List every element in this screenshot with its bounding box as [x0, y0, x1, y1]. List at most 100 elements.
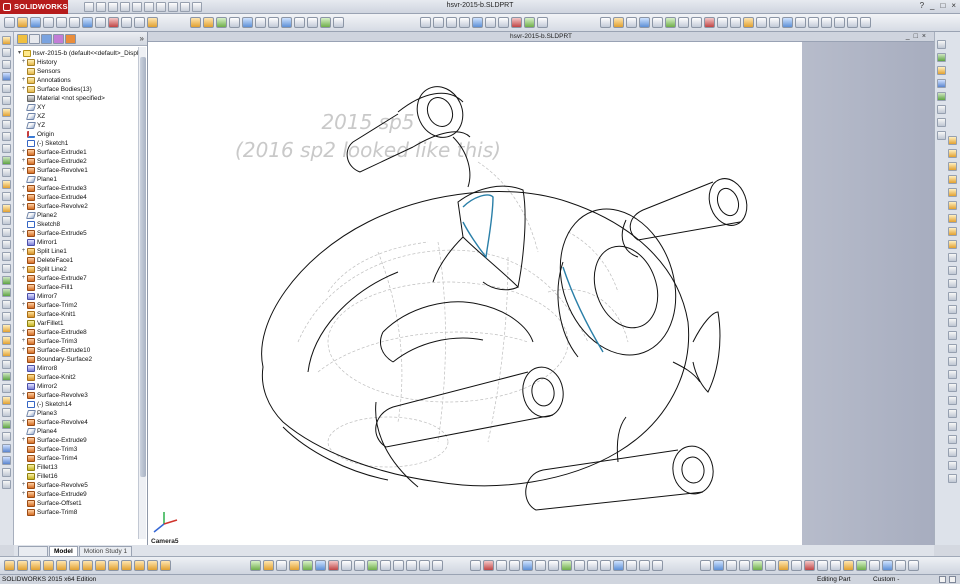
print-icon[interactable] [120, 2, 130, 12]
left-tool-13-icon[interactable] [2, 180, 11, 189]
bottom-tool-6-icon[interactable] [69, 560, 80, 571]
previous-view-icon[interactable] [446, 17, 457, 28]
section-view-icon[interactable] [459, 17, 470, 28]
bottom-tool-22-icon[interactable] [354, 560, 365, 571]
bottom-tool-7-icon[interactable] [82, 560, 93, 571]
feature-tree-item[interactable]: + Surface-Extrude9 [16, 490, 136, 499]
task-pane-5-icon[interactable] [937, 92, 946, 101]
feature-tree-item[interactable]: + Split Line1 [16, 247, 136, 256]
bottom-tool-23-icon[interactable] [367, 560, 378, 571]
bottom-tool-57-icon[interactable] [869, 560, 880, 571]
bottom-tool-29-icon[interactable] [470, 560, 481, 571]
feature-tree-item[interactable]: (-) Sketch14 [16, 400, 136, 409]
print-icon[interactable] [43, 17, 54, 28]
left-tool-36-icon[interactable] [2, 456, 11, 465]
left-tool-9-icon[interactable] [2, 132, 11, 141]
bottom-tool-1-icon[interactable] [4, 560, 15, 571]
expand-toggle-icon[interactable]: + [20, 266, 27, 273]
bottom-tool-15-icon[interactable] [263, 560, 274, 571]
bottom-tool-34-icon[interactable] [535, 560, 546, 571]
feature-tree-item[interactable]: Material <not specified> [16, 94, 136, 103]
expand-toggle-icon[interactable] [20, 284, 27, 291]
sketch-pattern-icon[interactable] [948, 292, 957, 301]
bottom-tool-4-icon[interactable] [43, 560, 54, 571]
close-button[interactable]: × [951, 1, 956, 10]
minimize-button[interactable]: _ [930, 1, 934, 10]
maximize-button[interactable]: □ [940, 1, 945, 10]
tool-17-icon[interactable] [808, 17, 819, 28]
status-rebuild-icon[interactable] [949, 576, 956, 583]
bottom-tool-43-icon[interactable] [652, 560, 663, 571]
feature-tree-item[interactable]: + Surface-Revolve1 [16, 166, 136, 175]
bottom-tool-49-icon[interactable] [765, 560, 776, 571]
feature-tree-item[interactable]: Surface-Offset1 [16, 499, 136, 508]
feature-tree-item[interactable]: Mirror8 [16, 364, 136, 373]
select-icon[interactable] [156, 2, 166, 12]
new-document-icon[interactable] [84, 2, 94, 12]
feature-tree-item[interactable]: Boundary-Surface2 [16, 355, 136, 364]
tool-2-icon[interactable] [613, 17, 624, 28]
sketch-tool-22-icon[interactable] [948, 409, 957, 418]
expand-toggle-icon[interactable]: + [20, 158, 27, 165]
bottom-tool-5-icon[interactable] [56, 560, 67, 571]
left-tool-28-icon[interactable] [2, 360, 11, 369]
tool-9-icon[interactable] [704, 17, 715, 28]
help-button[interactable]: ? [920, 1, 924, 10]
feature-tree-item[interactable]: + Surface-Extrude5 [16, 229, 136, 238]
tool-16-icon[interactable] [795, 17, 806, 28]
undo-icon[interactable] [56, 17, 67, 28]
sketch-point-icon[interactable] [948, 227, 957, 236]
expand-toggle-icon[interactable] [20, 464, 27, 471]
feature-tree-item[interactable]: + Surface-Extrude10 [16, 346, 136, 355]
left-tool-5-icon[interactable] [2, 84, 11, 93]
zoom-to-fit-icon[interactable] [420, 17, 431, 28]
status-units[interactable]: Custom - [873, 575, 899, 584]
select-icon[interactable] [95, 17, 106, 28]
feature-tree-root[interactable]: ▾ hsvr-2015-b (default<<default>_Displa [16, 49, 138, 58]
left-tool-23-icon[interactable] [2, 300, 11, 309]
options-icon[interactable] [147, 17, 158, 28]
tool-6-icon[interactable] [665, 17, 676, 28]
bottom-tool-53-icon[interactable] [817, 560, 828, 571]
expand-toggle-icon[interactable] [20, 293, 27, 300]
feature-tree-item[interactable]: + History [16, 58, 136, 67]
bottom-tool-55-icon[interactable] [843, 560, 854, 571]
sketch-tool-24-icon[interactable] [948, 435, 957, 444]
bottom-tool-2-icon[interactable] [17, 560, 28, 571]
left-tool-7-icon[interactable] [2, 108, 11, 117]
tool-11-icon[interactable] [730, 17, 741, 28]
sketch-offset-icon[interactable] [948, 266, 957, 275]
new-icon[interactable] [4, 17, 15, 28]
sketch-move-icon[interactable] [948, 305, 957, 314]
feature-tree-item[interactable]: + Surface-Trim3 [16, 337, 136, 346]
bottom-tool-46-icon[interactable] [726, 560, 737, 571]
open-document-icon[interactable] [96, 2, 106, 12]
tool-7-icon[interactable] [678, 17, 689, 28]
expand-toggle-icon[interactable]: + [20, 59, 27, 66]
panel-expand-chevron-icon[interactable]: » [140, 34, 144, 43]
feature-tree-item[interactable]: Plane4 [16, 427, 136, 436]
bottom-tool-48-icon[interactable] [752, 560, 763, 571]
mirror-icon[interactable] [294, 17, 305, 28]
bottom-tool-10-icon[interactable] [121, 560, 132, 571]
left-tool-19-icon[interactable] [2, 252, 11, 261]
expand-toggle-icon[interactable]: + [20, 275, 27, 282]
feature-tree-item[interactable]: + Surface-Revolve3 [16, 391, 136, 400]
bottom-tool-16-icon[interactable] [276, 560, 287, 571]
bottom-tool-50-icon[interactable] [778, 560, 789, 571]
bottom-tool-26-icon[interactable] [406, 560, 417, 571]
bottom-tool-21-icon[interactable] [341, 560, 352, 571]
feature-tree-item[interactable]: Surface-Knit1 [16, 310, 136, 319]
feature-tree-item[interactable]: + Surface-Trim2 [16, 301, 136, 310]
expand-toggle-icon[interactable] [20, 374, 27, 381]
feature-tree-item[interactable]: XY [16, 103, 136, 112]
feature-tree-item[interactable]: Mirror1 [16, 238, 136, 247]
bottom-tool-30-icon[interactable] [483, 560, 494, 571]
feature-tree-item[interactable]: Mirror7 [16, 292, 136, 301]
shell-icon[interactable] [281, 17, 292, 28]
sketch-fillet-icon[interactable] [948, 214, 957, 223]
left-tool-34-icon[interactable] [2, 432, 11, 441]
feature-tree-item[interactable]: + Surface-Extrude7 [16, 274, 136, 283]
left-tool-31-icon[interactable] [2, 396, 11, 405]
task-pane-7-icon[interactable] [937, 118, 946, 127]
